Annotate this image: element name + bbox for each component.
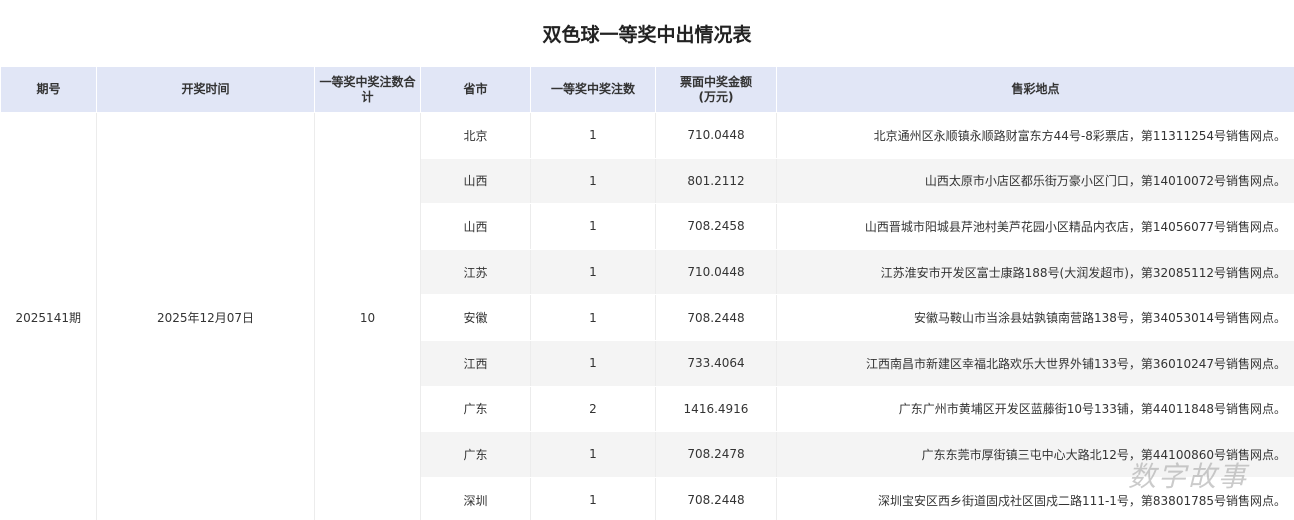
province-cell: 广东 <box>420 431 531 478</box>
province-cell: 北京 <box>420 112 531 159</box>
location-cell: 安徽马鞍山市当涂县姑孰镇南营路138号，第34053014号销售网点。 <box>776 294 1294 341</box>
amount-cell: 708.2448 <box>655 477 777 520</box>
count-cell: 1 <box>530 294 656 341</box>
winners-table: 期号 开奖时间 一等奖中奖注数合计 省市 一等奖中奖注数 票面中奖金额 (万元)… <box>0 66 1294 520</box>
location-cell: 山西太原市小店区都乐街万豪小区门口，第14010072号销售网点。 <box>776 158 1294 205</box>
location-cell: 广东广州市黄埔区开发区蓝藤街10号133铺，第44011848号销售网点。 <box>776 386 1294 433</box>
location-cell: 江苏淮安市开发区富士康路188号(大润发超市)，第32085112号销售网点。 <box>776 249 1294 296</box>
header-draw-date: 开奖时间 <box>96 66 315 113</box>
location-cell: 北京通州区永顺镇永顺路财富东方44号-8彩票店，第11311254号销售网点。 <box>776 112 1294 159</box>
count-cell: 1 <box>530 249 656 296</box>
issue-cell: 2025141期 <box>0 112 97 520</box>
header-winner-count: 一等奖中奖注数 <box>530 66 656 113</box>
table-header-row: 期号 开奖时间 一等奖中奖注数合计 省市 一等奖中奖注数 票面中奖金额 (万元)… <box>0 66 1294 113</box>
draw-date-cell: 2025年12月07日 <box>96 112 315 520</box>
header-total-winners: 一等奖中奖注数合计 <box>314 66 421 113</box>
amount-cell: 801.2112 <box>655 158 777 205</box>
location-cell: 江西南昌市新建区幸福北路欢乐大世界外铺133号，第36010247号销售网点。 <box>776 340 1294 387</box>
amount-cell: 708.2478 <box>655 431 777 478</box>
count-cell: 1 <box>530 477 656 520</box>
province-cell: 山西 <box>420 203 531 250</box>
amount-cell: 710.0448 <box>655 249 777 296</box>
amount-cell: 733.4064 <box>655 340 777 387</box>
header-amount-text: 票面中奖金额 (万元) <box>679 74 752 104</box>
amount-cell: 710.0448 <box>655 112 777 159</box>
province-cell: 山西 <box>420 158 531 205</box>
count-cell: 1 <box>530 340 656 387</box>
total-winners-cell: 10 <box>314 112 421 520</box>
header-amount: 票面中奖金额 (万元) <box>655 66 777 113</box>
province-cell: 深圳 <box>420 477 531 520</box>
province-cell: 江苏 <box>420 249 531 296</box>
table-row: 2025141期 2025年12月07日 10 北京 1 710.0448 北京… <box>0 112 1294 520</box>
amount-cell: 708.2458 <box>655 203 777 250</box>
header-location: 售彩地点 <box>776 66 1294 113</box>
header-issue: 期号 <box>0 66 97 113</box>
count-cell: 1 <box>530 203 656 250</box>
amount-cell: 708.2448 <box>655 294 777 341</box>
province-cell: 江西 <box>420 340 531 387</box>
count-cell: 1 <box>530 158 656 205</box>
location-cell: 山西晋城市阳城县芹池村美芦花园小区精品内衣店，第14056077号销售网点。 <box>776 203 1294 250</box>
watermark-logo: 数字故事 <box>1128 460 1249 493</box>
province-cell: 广东 <box>420 386 531 433</box>
table-title: 双色球一等奖中出情况表 <box>542 23 752 46</box>
count-cell: 1 <box>530 112 656 159</box>
amount-cell: 1416.4916 <box>655 386 777 433</box>
count-cell: 1 <box>530 431 656 478</box>
count-cell: 2 <box>530 386 656 433</box>
header-province: 省市 <box>420 66 531 113</box>
province-cell: 安徽 <box>420 294 531 341</box>
